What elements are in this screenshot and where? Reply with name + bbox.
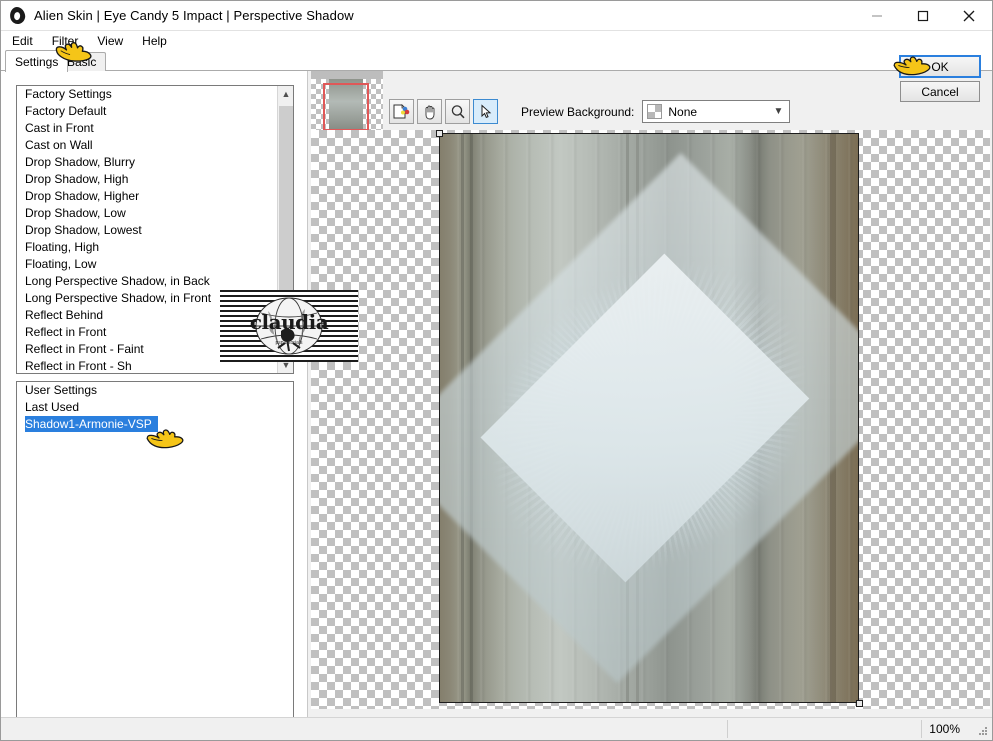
preview-canvas[interactable] bbox=[311, 130, 990, 709]
factory-settings-header: Factory Settings bbox=[25, 87, 112, 101]
maximize-button[interactable] bbox=[900, 1, 946, 31]
resize-grip-icon[interactable] bbox=[977, 725, 989, 737]
menu-item-filter[interactable]: Filter bbox=[49, 33, 87, 49]
list-item[interactable]: Last Used bbox=[17, 399, 293, 416]
list-item[interactable]: Floating, High bbox=[17, 239, 293, 256]
list-item[interactable]: Drop Shadow, Higher bbox=[17, 188, 293, 205]
menu-bar: Edit Filter View Help bbox=[1, 31, 992, 50]
selection-handle-bottom-right[interactable] bbox=[856, 700, 863, 707]
status-divider-2 bbox=[921, 720, 922, 738]
settings-panel: Factory Settings Factory Default Cast in… bbox=[1, 71, 308, 737]
list-item[interactable]: Drop Shadow, Blurry bbox=[17, 154, 293, 171]
list-item[interactable]: Cast on Wall bbox=[17, 137, 293, 154]
window-title: Alien Skin | Eye Candy 5 Impact | Perspe… bbox=[34, 8, 354, 23]
zoom-magnifier-icon[interactable] bbox=[445, 99, 470, 124]
thumbnail-selection-rect[interactable] bbox=[323, 83, 369, 131]
window-controls bbox=[854, 1, 992, 31]
checkerboard-swatch-icon bbox=[647, 104, 663, 119]
preview-compare-icon[interactable] bbox=[389, 99, 414, 124]
list-item[interactable]: Floating, Low bbox=[17, 256, 293, 273]
list-item[interactable]: Drop Shadow, High bbox=[17, 171, 293, 188]
menu-item-edit[interactable]: Edit bbox=[9, 33, 41, 49]
status-bar: 100% bbox=[1, 717, 992, 740]
list-item[interactable]: Drop Shadow, Lowest bbox=[17, 222, 293, 239]
preview-background-value: None bbox=[668, 104, 698, 119]
preview-panel: Preview Background: None ▼ OK Cancel bbox=[309, 55, 992, 717]
list-item[interactable]: Drop Shadow, Low bbox=[17, 205, 293, 222]
hand-pan-icon[interactable] bbox=[417, 99, 442, 124]
ok-button[interactable]: OK bbox=[899, 55, 981, 78]
status-divider-1 bbox=[727, 720, 728, 738]
title-bar: Alien Skin | Eye Candy 5 Impact | Perspe… bbox=[1, 1, 992, 31]
dialog-actions: OK Cancel bbox=[899, 55, 981, 102]
user-settings-list[interactable]: User Settings Last Used Shadow1-Armonie-… bbox=[16, 381, 294, 737]
preview-background-label: Preview Background: bbox=[521, 104, 635, 119]
scroll-up-icon[interactable]: ▲ bbox=[278, 86, 293, 102]
selection-handle-top-left[interactable] bbox=[436, 130, 443, 137]
arrow-select-icon[interactable] bbox=[473, 99, 498, 124]
list-item[interactable]: Cast in Front bbox=[17, 120, 293, 137]
cancel-button[interactable]: Cancel bbox=[900, 81, 980, 102]
watermark-text: claudia bbox=[249, 309, 329, 334]
watermark-subtext: psp tutorials bbox=[275, 340, 303, 347]
tab-strip: Settings Basic bbox=[1, 50, 992, 72]
zoom-level: 100% bbox=[929, 722, 960, 736]
minimize-button[interactable] bbox=[854, 1, 900, 31]
menu-item-view[interactable]: View bbox=[94, 33, 131, 49]
application-window: Alien Skin | Eye Candy 5 Impact | Perspe… bbox=[0, 0, 993, 741]
alienskin-logo-icon bbox=[7, 5, 29, 27]
tab-settings[interactable]: Settings bbox=[5, 50, 69, 72]
watermark: claudia psp tutorials bbox=[220, 290, 358, 362]
list-item[interactable]: Factory Default bbox=[17, 103, 293, 120]
chevron-down-icon[interactable]: ▼ bbox=[773, 106, 783, 117]
list-item-selected[interactable]: Shadow1-Armonie-VSP bbox=[25, 416, 158, 432]
user-settings-header: User Settings bbox=[25, 383, 98, 397]
preview-background-select[interactable]: None ▼ bbox=[642, 100, 791, 123]
close-button[interactable] bbox=[946, 1, 992, 31]
list-item[interactable]: Long Perspective Shadow, in Back bbox=[17, 273, 293, 290]
preview-image[interactable] bbox=[439, 133, 859, 703]
preview-toolbar: Preview Background: None ▼ bbox=[389, 99, 791, 124]
menu-item-help[interactable]: Help bbox=[139, 33, 175, 49]
